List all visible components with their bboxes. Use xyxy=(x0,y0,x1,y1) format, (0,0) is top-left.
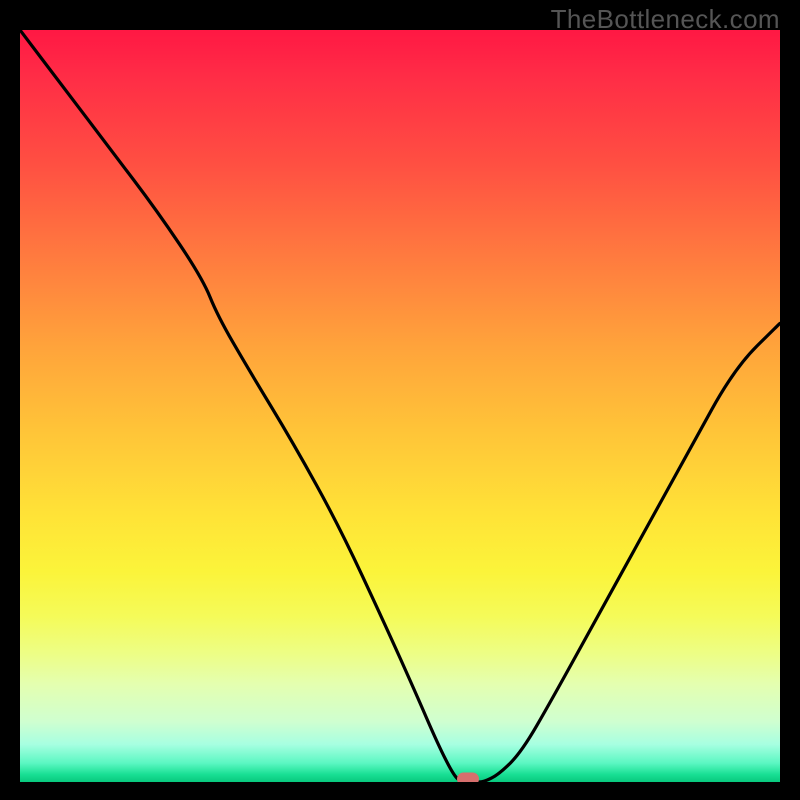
plot-area xyxy=(20,30,780,782)
chart-frame: TheBottleneck.com xyxy=(0,0,800,800)
optimum-marker xyxy=(457,773,479,783)
bottleneck-curve xyxy=(20,30,780,782)
watermark-text: TheBottleneck.com xyxy=(551,4,780,35)
